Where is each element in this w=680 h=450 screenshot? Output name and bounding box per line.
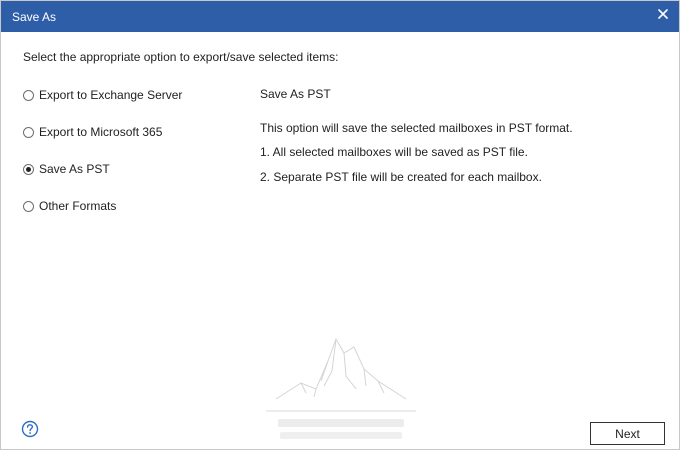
description-line: 1. All selected mailboxes will be saved … [260,145,528,159]
next-button[interactable]: Next [590,422,665,445]
radio-button-selected[interactable] [23,163,34,175]
option-export-microsoft-365[interactable]: Export to Microsoft 365 [23,124,162,140]
radio-button[interactable] [23,89,34,101]
option-save-as-pst[interactable]: Save As PST [23,161,110,177]
option-other-formats[interactable]: Other Formats [23,198,116,214]
title-bar: Save As [1,1,679,32]
option-label: Export to Microsoft 365 [39,125,163,139]
close-button[interactable] [647,1,679,27]
radio-button[interactable] [23,126,34,138]
description-title: Save As PST [260,87,331,101]
description-line: This option will save the selected mailb… [260,121,573,135]
option-export-exchange-server[interactable]: Export to Exchange Server [23,87,182,103]
description-line: 2. Separate PST file will be created for… [260,170,542,184]
option-label: Save As PST [39,162,110,176]
save-as-dialog: Save As Select the appropriate option to… [0,0,680,450]
help-icon[interactable] [21,420,39,438]
option-label: Export to Exchange Server [39,88,183,102]
mountain-watermark [266,337,416,439]
window-title: Save As [12,10,57,24]
close-icon [658,9,668,19]
radio-button[interactable] [23,200,34,212]
instruction-text: Select the appropriate option to export/… [23,50,339,64]
option-label: Other Formats [39,199,117,213]
